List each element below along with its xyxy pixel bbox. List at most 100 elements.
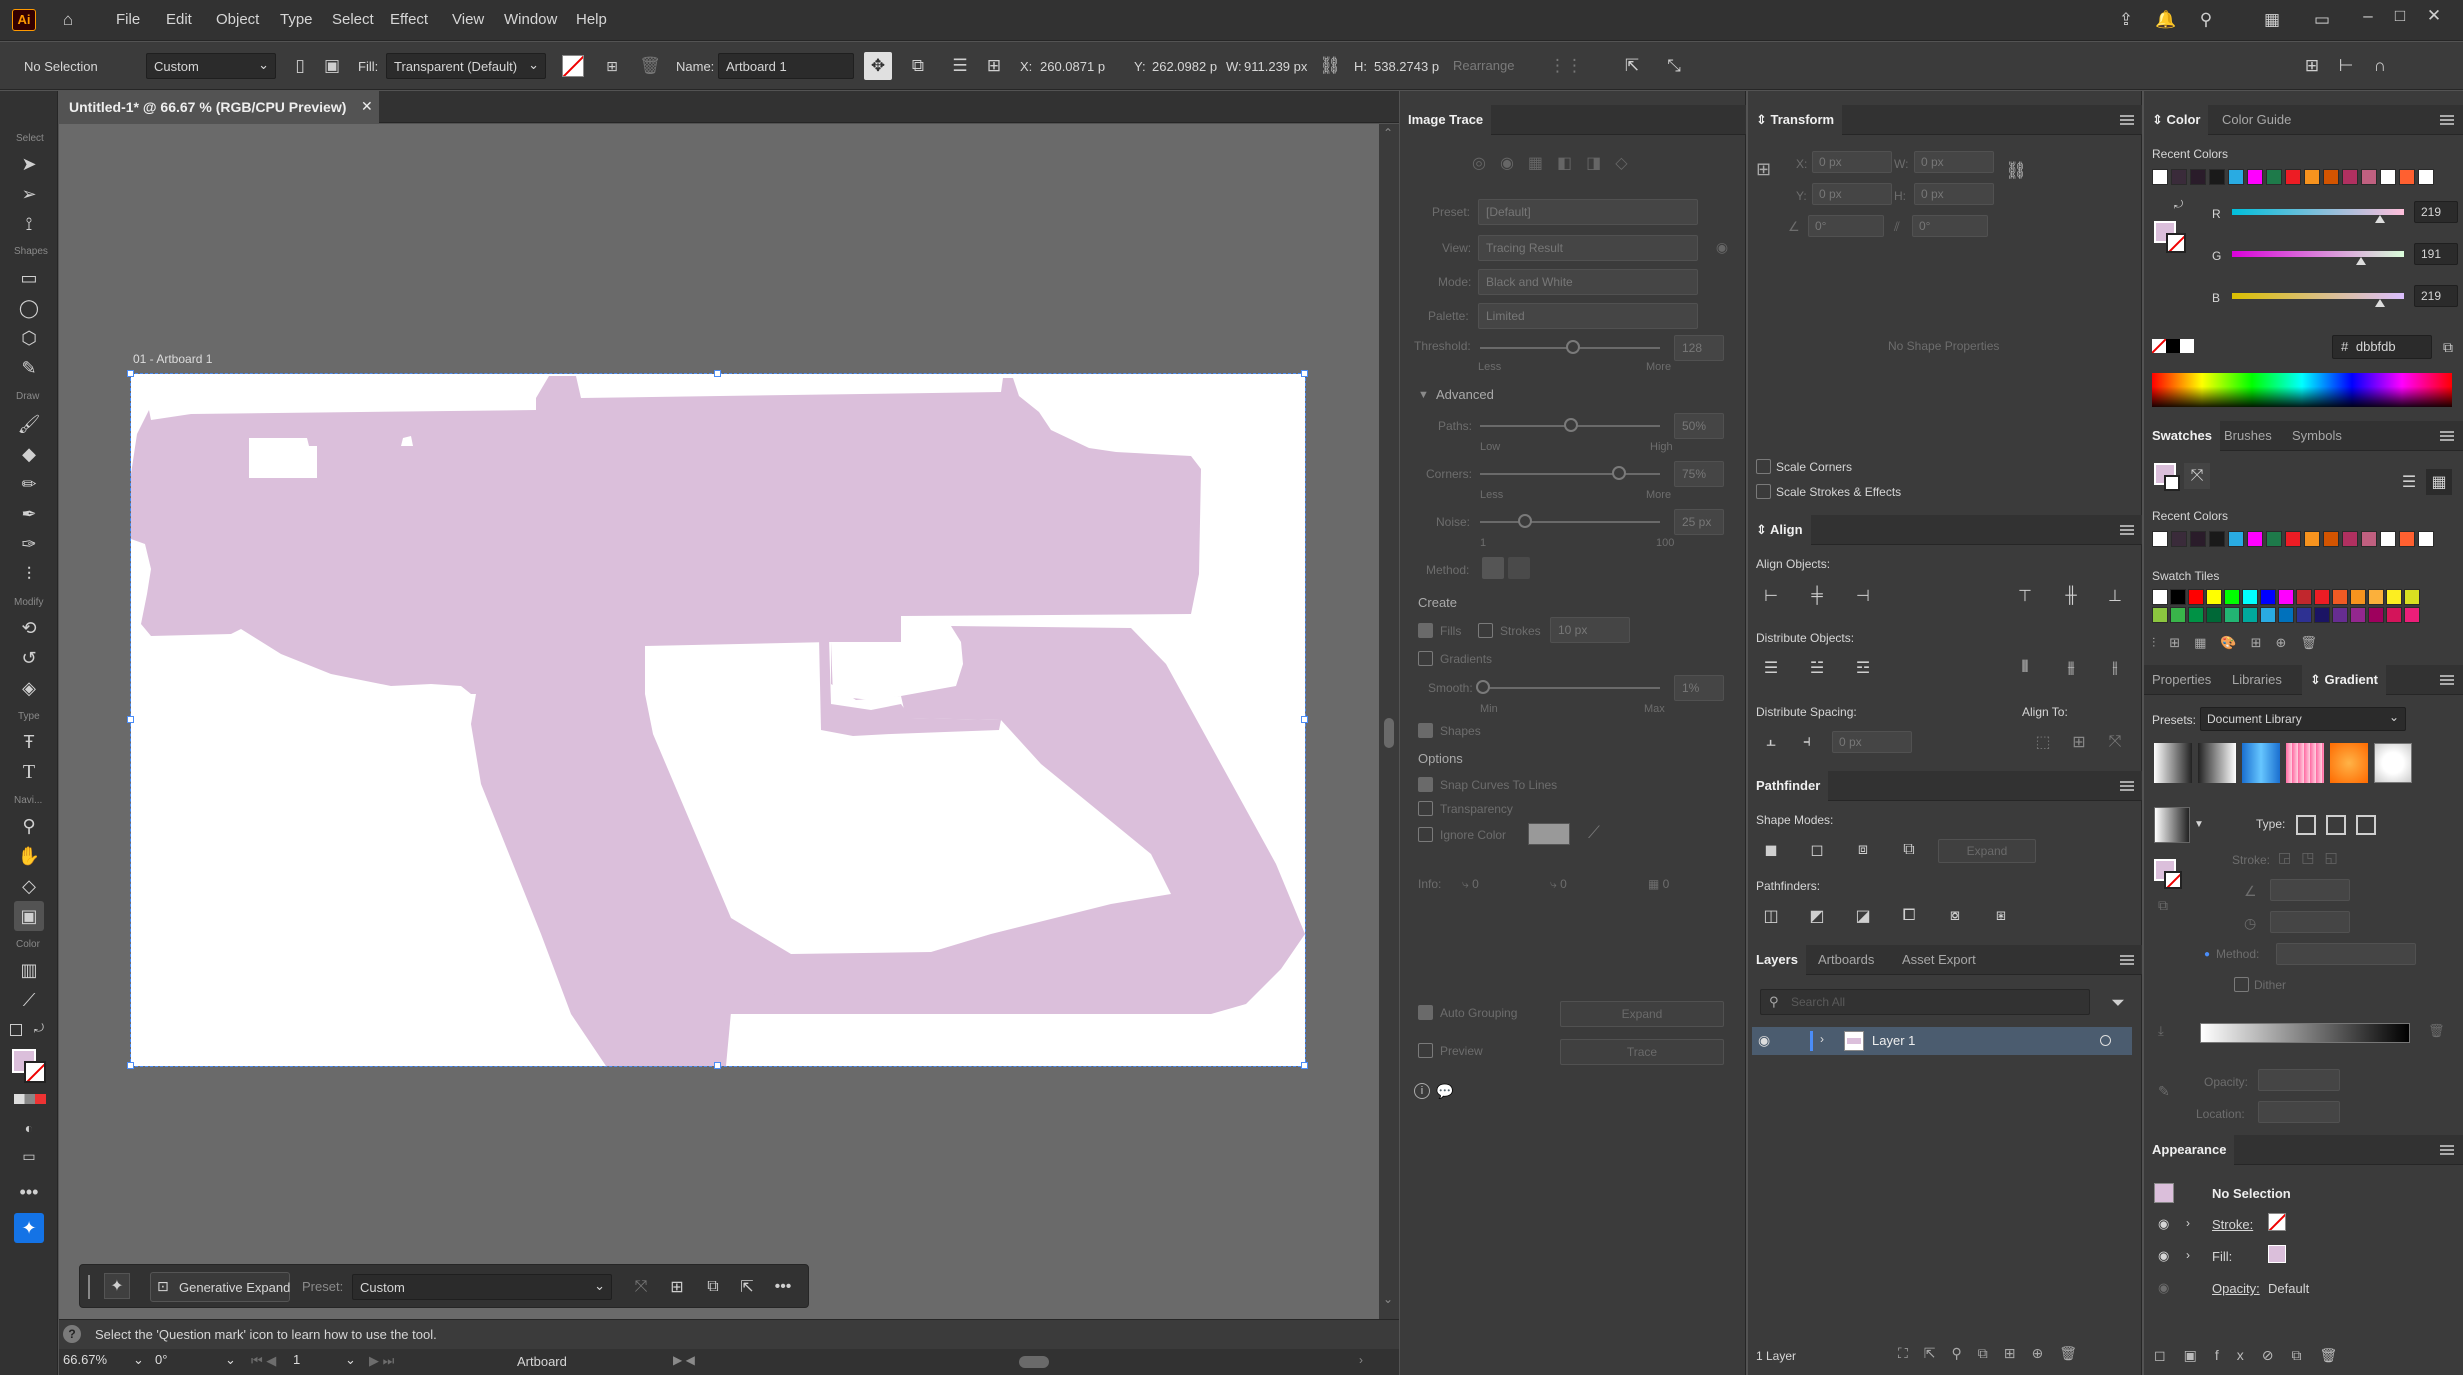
first-artboard-icon[interactable]: ⏮ ◀ — [251, 1353, 276, 1369]
gradient-slider[interactable] — [2200, 1023, 2410, 1043]
document-tab[interactable]: Untitled-1* @ 66.67 % (RGB/CPU Preview) … — [59, 91, 379, 123]
panel-menu-icon[interactable] — [2120, 781, 2134, 791]
swatch[interactable] — [2171, 531, 2187, 547]
gradient-presets-dropdown[interactable]: Document Library ⌄ — [2200, 707, 2406, 731]
eyedropper-icon[interactable]: ⟋ — [1580, 819, 1608, 847]
swatch[interactable] — [2171, 169, 2187, 185]
appearance-opacity[interactable]: Opacity: — [2212, 1281, 2260, 1296]
trace-palette-dropdown[interactable]: Limited — [1478, 303, 1698, 329]
distribute-top-icon[interactable]: ☰ — [1758, 655, 1784, 681]
swatch[interactable] — [2228, 531, 2244, 547]
gradient-preset-radial-white[interactable] — [2374, 743, 2412, 783]
shaper-tool-icon[interactable]: ✎ — [14, 353, 44, 383]
panel-menu-icon[interactable] — [2120, 525, 2134, 535]
menu-edit[interactable]: Edit — [166, 11, 192, 28]
scroll-up-icon[interactable]: ⌃ — [1383, 126, 1393, 140]
appearance-fill[interactable]: Fill: — [2212, 1249, 2232, 1264]
rotate-field[interactable]: 0° — [1808, 215, 1884, 237]
trace-view-dropdown[interactable]: Tracing Result — [1478, 235, 1698, 261]
g-slider-knob[interactable] — [2356, 257, 2366, 265]
tab-brushes[interactable]: Brushes — [2216, 421, 2280, 451]
distribute-left-icon[interactable]: ⫴ — [2012, 655, 2038, 681]
export-icon[interactable]: ⇱ — [1618, 52, 1646, 80]
exclude-icon[interactable]: ⧉ — [1896, 837, 1922, 863]
print-tiling-tool-icon[interactable]: ◇ — [14, 871, 44, 901]
last-artboard-icon[interactable]: ▶ ⏭ — [369, 1353, 394, 1369]
eyedropper-tool-icon[interactable]: ⟋ — [14, 985, 44, 1015]
generative-expand-button[interactable]: ⊡ Generative Expand — [150, 1272, 290, 1302]
x-value[interactable]: 260.0871 p — [1040, 59, 1105, 74]
generative-ai-icon[interactable]: ✦ — [104, 1273, 130, 1299]
add-artboard-icon[interactable]: ⊞ — [664, 1274, 690, 1300]
scale-strokes-checkbox[interactable] — [1756, 484, 1771, 499]
reference-point-icon[interactable]: ⊞ — [1756, 159, 1780, 183]
align-options-icon[interactable]: ☰ — [946, 52, 974, 80]
gradient-preset-orange[interactable] — [2330, 743, 2368, 783]
expand-fill-icon[interactable]: › — [2186, 1248, 2190, 1262]
scroll-thumb[interactable] — [1384, 718, 1394, 748]
tab-appearance[interactable]: Appearance — [2144, 1135, 2235, 1165]
swatch[interactable] — [2380, 531, 2396, 547]
ignore-color-checkbox[interactable] — [1418, 827, 1433, 842]
align-vcenter-icon[interactable]: ╫ — [2058, 583, 2084, 609]
artboard[interactable] — [127, 370, 1308, 1069]
menu-effect[interactable]: Effect — [390, 11, 428, 28]
paths-knob[interactable] — [1564, 418, 1578, 432]
tab-libraries[interactable]: Libraries — [2224, 665, 2290, 695]
screen-mode-icon[interactable]: ▭ — [14, 1141, 44, 1171]
appearance-fill-swatch[interactable] — [2268, 1245, 2286, 1263]
close-tab-icon[interactable]: ✕ — [361, 98, 373, 115]
stroke-width-field[interactable]: 10 px — [1550, 617, 1630, 643]
preset-dropdown[interactable]: Custom ⌄ — [146, 53, 276, 79]
swatch[interactable] — [2361, 169, 2377, 185]
artboard-handle[interactable] — [127, 1062, 134, 1069]
transform-y-field[interactable]: 0 px — [1812, 183, 1892, 205]
minus-front-icon[interactable]: ◻ — [1804, 837, 1830, 863]
hex-field[interactable]: # dbbfdb — [2332, 335, 2432, 359]
draw-mode-icon[interactable]: ◐ — [14, 1113, 44, 1143]
artboard-handle[interactable] — [127, 716, 134, 723]
grid-options-icon[interactable]: ⋮⋮ — [1549, 52, 1583, 80]
scroll-down-icon[interactable]: ⌄ — [1383, 1292, 1393, 1306]
swatch[interactable] — [2266, 531, 2282, 547]
distribute-bottom-icon[interactable]: ☲ — [1850, 655, 1876, 681]
horizontal-spacing-icon[interactable]: ⫞ — [1794, 729, 1820, 755]
artboard-handle[interactable] — [1301, 716, 1308, 723]
notification-bell-icon[interactable]: 🔔 — [2152, 6, 2180, 34]
shear-field[interactable]: 0° — [1912, 215, 1988, 237]
paths-value[interactable]: 50% — [1674, 413, 1724, 439]
layer-name[interactable]: Layer 1 — [1872, 1033, 1915, 1048]
direct-selection-tool-icon[interactable]: ➢ — [14, 179, 44, 209]
smooth-knob[interactable] — [1476, 680, 1490, 694]
swatch[interactable] — [2152, 169, 2168, 185]
swatch-tile[interactable] — [2224, 589, 2240, 605]
swatch[interactable] — [2247, 169, 2263, 185]
smooth-slider[interactable] — [1480, 687, 1660, 689]
corners-knob[interactable] — [1612, 466, 1626, 480]
align-bottom-icon[interactable]: ⊥ — [2102, 583, 2128, 609]
tab-asset-export[interactable]: Asset Export — [1894, 945, 1984, 975]
rearrange-button[interactable]: Rearrange — [1446, 53, 1536, 79]
artboard-tool-icon[interactable]: ▣ — [14, 901, 44, 931]
swatch[interactable] — [2190, 169, 2206, 185]
pencil-tool-icon[interactable]: ✏ — [14, 469, 44, 499]
swatch[interactable] — [2361, 531, 2377, 547]
threshold-value[interactable]: 128 — [1674, 335, 1724, 361]
g-value-field[interactable]: 191 — [2414, 243, 2458, 265]
artboard-handle[interactable] — [1301, 1062, 1308, 1069]
y-value[interactable]: 262.0982 p — [1152, 59, 1217, 74]
stroke-color-box[interactable] — [24, 1061, 46, 1083]
swatch-tile[interactable] — [2296, 607, 2312, 623]
swatch-tile[interactable] — [2152, 607, 2168, 623]
type-on-path-tool-icon[interactable]: Ŧ — [14, 727, 44, 757]
tab-pathfinder[interactable]: Pathfinder — [1748, 771, 1829, 801]
tab-layers[interactable]: Layers — [1748, 945, 1806, 975]
transform-reference-icon[interactable]: ⊞ — [980, 52, 1008, 80]
swatch[interactable] — [2152, 531, 2168, 547]
info-icon[interactable]: i — [1414, 1083, 1430, 1099]
gradient-location-field[interactable] — [2258, 1101, 2340, 1123]
panel-options-icon[interactable]: ⊢ — [2332, 52, 2360, 80]
gradient-opacity-field[interactable] — [2258, 1069, 2340, 1091]
r-value-field[interactable]: 219 — [2414, 201, 2458, 223]
swatch[interactable] — [2304, 169, 2320, 185]
